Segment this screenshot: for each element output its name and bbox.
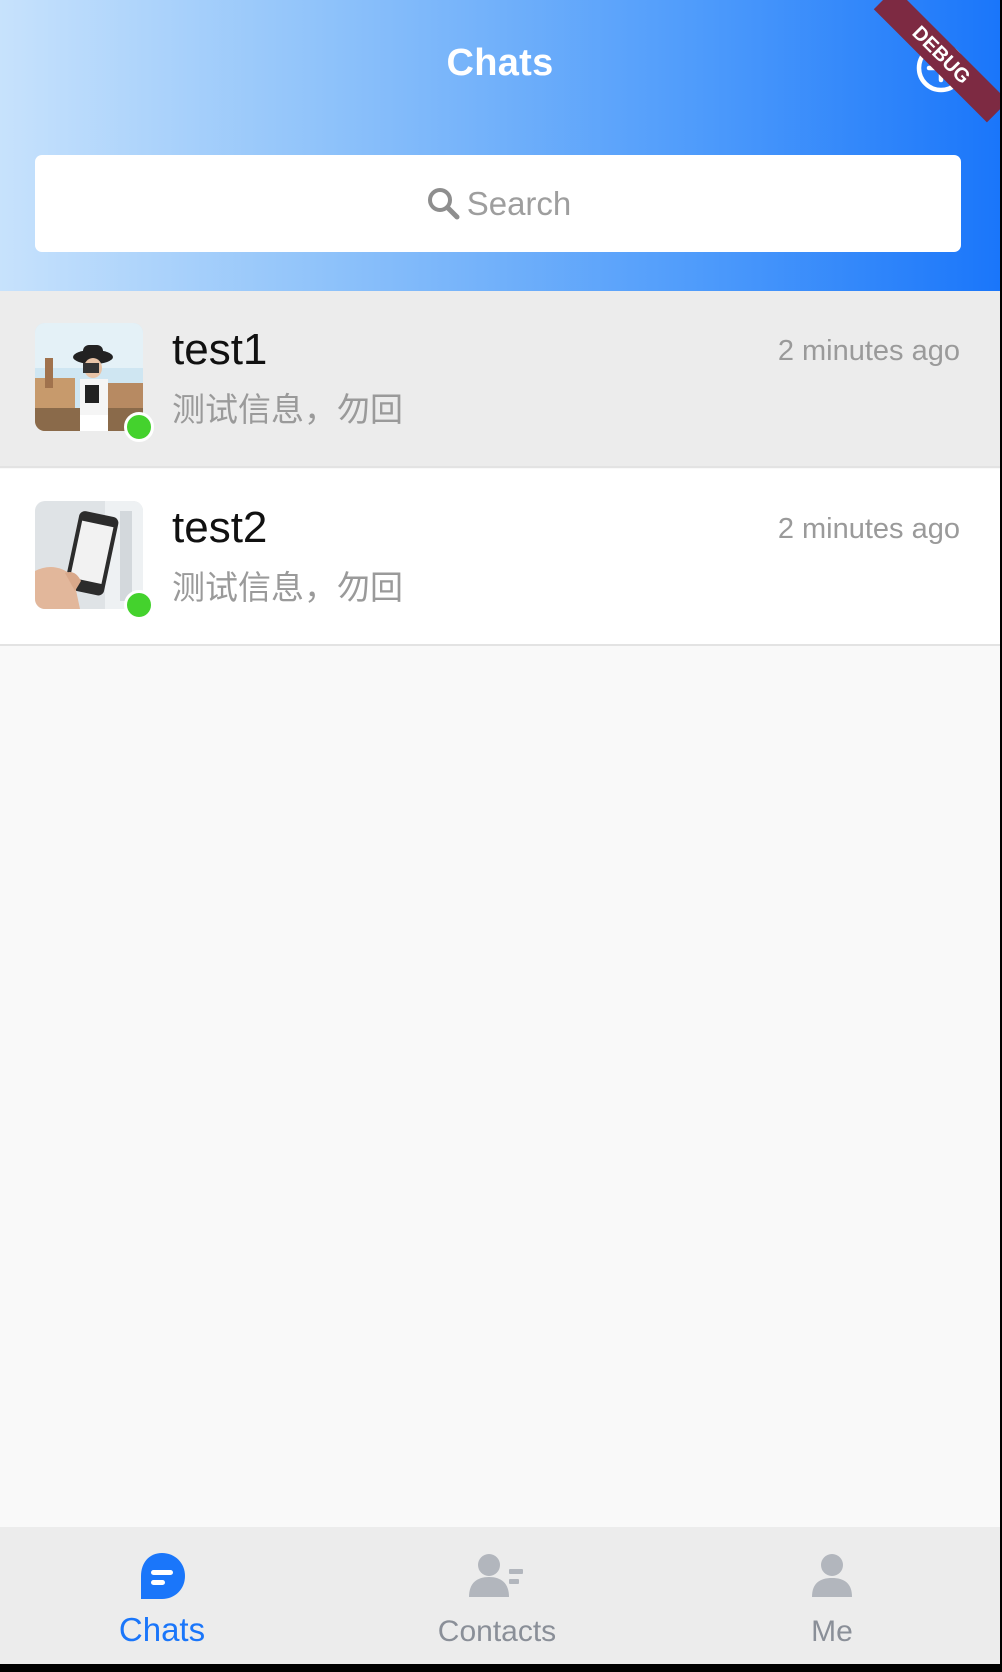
- avatar: [35, 501, 143, 609]
- contacts-icon: [469, 1554, 523, 1597]
- contact-name: test2: [172, 503, 268, 552]
- tab-chats[interactable]: Chats: [62, 1527, 262, 1664]
- chat-bubble-icon: [141, 1553, 185, 1599]
- online-status-dot: [124, 590, 154, 620]
- tab-contacts[interactable]: Contacts: [397, 1527, 597, 1664]
- bottom-tab-bar: Chats Contacts Me: [0, 1527, 1000, 1664]
- person-icon: [812, 1554, 852, 1597]
- search-icon: [427, 187, 460, 219]
- message-time: 2 minutes ago: [777, 335, 960, 367]
- search-placeholder: Search: [466, 184, 572, 222]
- app-screen: Chats DEBUG Search test1 2 minutes ago 测…: [0, 0, 1000, 1664]
- avatar: [35, 323, 143, 431]
- online-status-dot: [124, 412, 154, 442]
- tab-label: Me: [811, 1615, 853, 1648]
- tab-me[interactable]: Me: [732, 1527, 932, 1664]
- page-title: Chats: [446, 42, 554, 84]
- chat-list-item[interactable]: test1 2 minutes ago 测试信息，勿回: [0, 291, 1000, 468]
- message-preview: 测试信息，勿回: [172, 390, 403, 429]
- tab-label: Chats: [118, 1611, 206, 1648]
- contact-name: test1: [172, 325, 268, 374]
- message-time: 2 minutes ago: [777, 513, 960, 545]
- message-preview: 测试信息，勿回: [172, 568, 403, 607]
- tab-label: Contacts: [437, 1615, 557, 1648]
- chat-list-item[interactable]: test2 2 minutes ago 测试信息，勿回: [0, 469, 1000, 646]
- search-input[interactable]: Search: [35, 155, 961, 252]
- header: Chats DEBUG Search: [0, 0, 1000, 291]
